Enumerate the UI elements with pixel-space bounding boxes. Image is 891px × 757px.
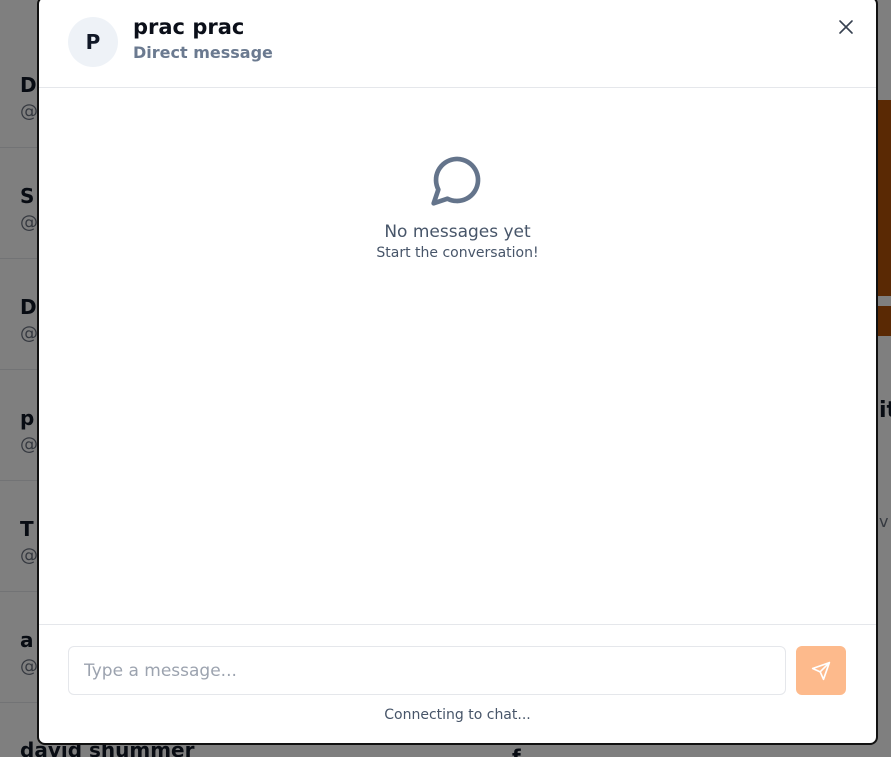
recipient-name: prac prac [133,15,245,39]
direct-message-dialog: P prac prac Direct message No messages y… [37,0,878,745]
message-input[interactable] [68,646,786,695]
dialog-header: P prac prac Direct message [39,0,876,88]
chat-bubble-icon [431,156,481,206]
close-icon [839,20,853,34]
empty-state-subtitle: Start the conversation! [376,245,539,261]
conversation-type: Direct message [133,43,273,62]
avatar: P [68,17,118,67]
send-button[interactable] [796,646,846,695]
empty-state-title: No messages yet [384,222,531,242]
connection-status: Connecting to chat... [384,707,531,723]
avatar-initial: P [85,30,101,54]
message-list: No messages yet Start the conversation! [39,88,876,624]
message-composer: Connecting to chat... [39,624,876,743]
close-button[interactable] [834,15,858,39]
send-icon [811,661,831,680]
